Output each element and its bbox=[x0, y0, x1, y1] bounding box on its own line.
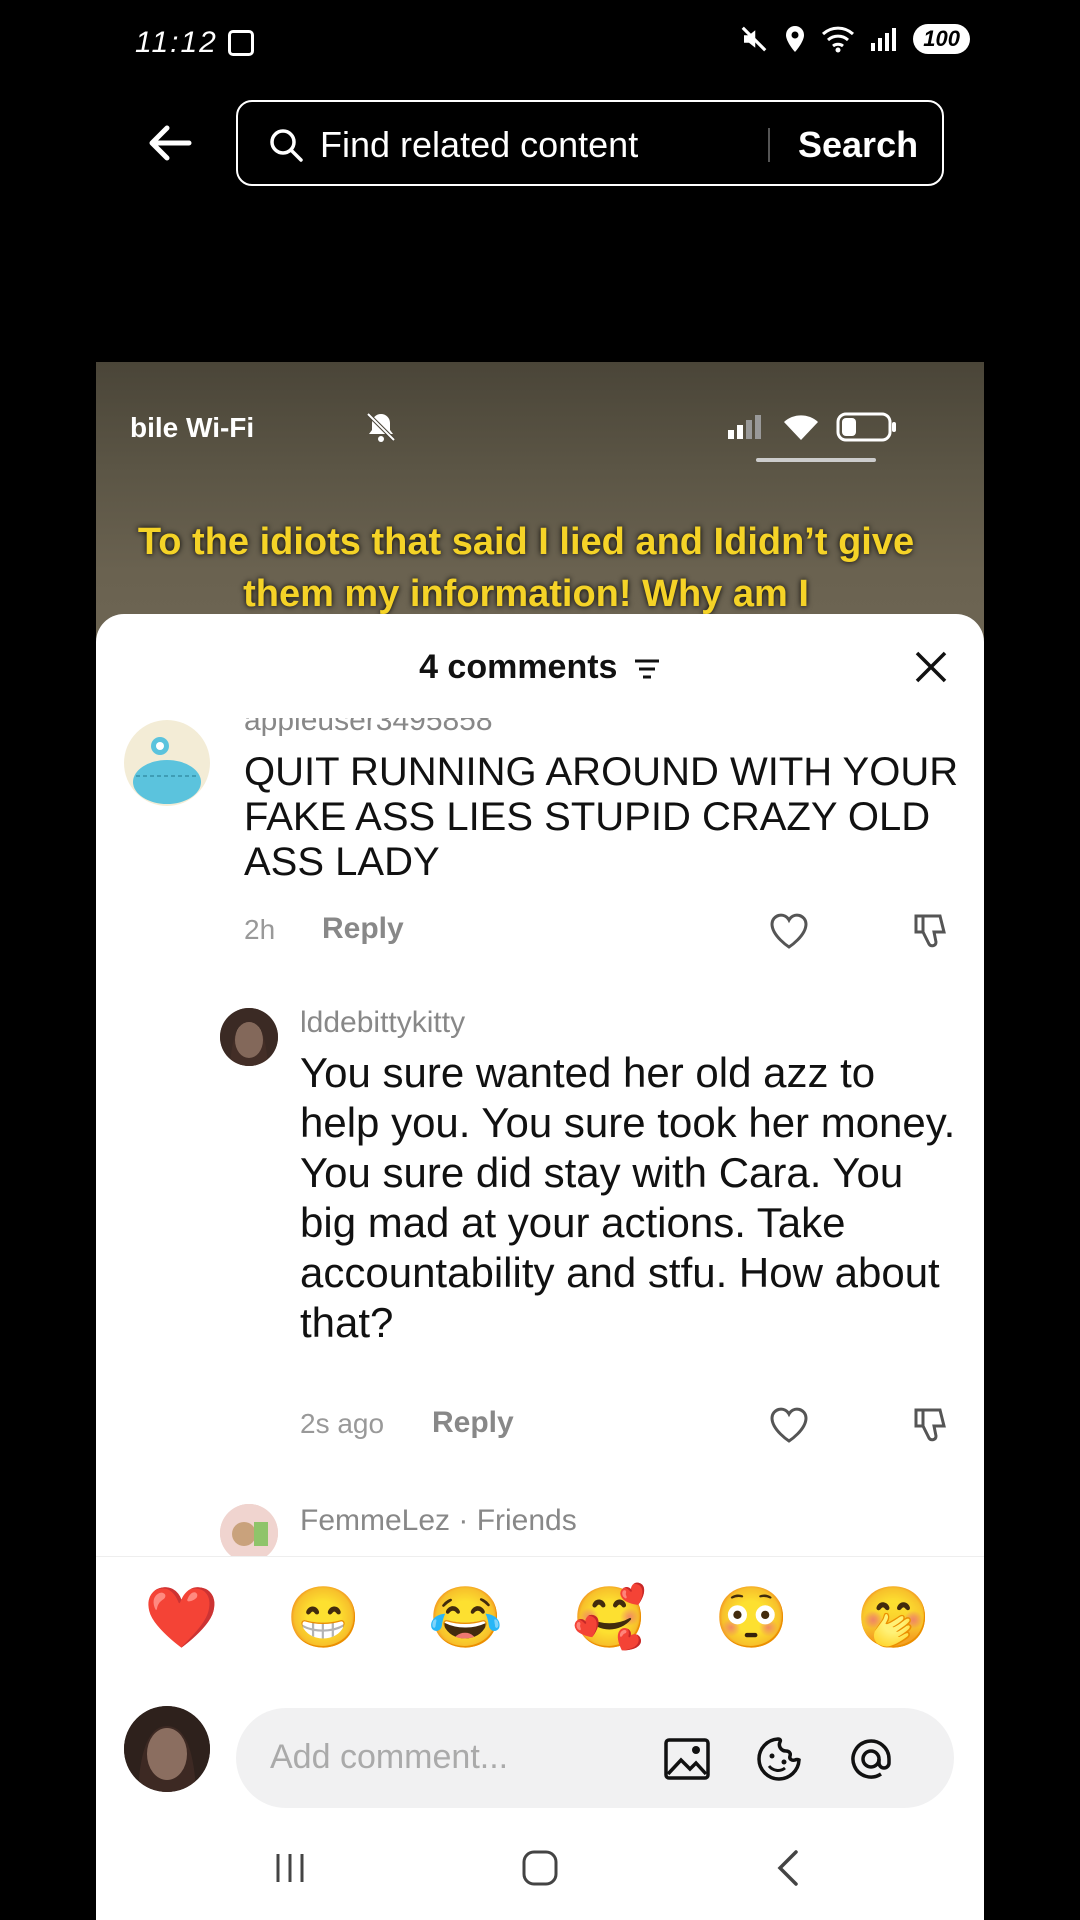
comment-reply-item: lddebittykitty You sure wanted her old a… bbox=[96, 1006, 984, 1468]
comment-time: 2h bbox=[244, 914, 276, 945]
avatar[interactable] bbox=[220, 1008, 278, 1066]
comment-text: QUIT RUNNING AROUND WITH YOUR FAKE ASS L… bbox=[244, 750, 959, 884]
battery-icon bbox=[836, 412, 896, 442]
dislike-icon[interactable] bbox=[908, 910, 950, 952]
comments-list[interactable]: appleuser3495858 QUIT RUNNING AROUND WIT… bbox=[96, 718, 984, 1556]
comment-composer: Add comment... bbox=[96, 1676, 984, 1816]
heart-outline-icon[interactable] bbox=[768, 910, 810, 952]
cell-signal-icon bbox=[728, 415, 761, 439]
comment-username[interactable]: lddebittykitty bbox=[300, 1006, 465, 1040]
back-icon[interactable] bbox=[766, 1844, 814, 1892]
system-nav-bar bbox=[96, 1816, 984, 1920]
emoji-heart[interactable]: ❤️ bbox=[144, 1583, 219, 1653]
mute-icon bbox=[741, 26, 767, 52]
dislike-icon[interactable] bbox=[908, 1404, 950, 1446]
cell-signal-icon bbox=[871, 28, 897, 51]
home-icon[interactable] bbox=[516, 1844, 564, 1892]
screenshot-icon bbox=[228, 30, 254, 56]
heart-outline-icon[interactable] bbox=[768, 1404, 810, 1446]
comment-reply-item: FemmeLez · Friends bbox=[96, 1504, 984, 1556]
wifi-icon bbox=[784, 415, 818, 440]
avatar[interactable] bbox=[220, 1504, 278, 1556]
search-button[interactable]: Search bbox=[798, 124, 918, 166]
bell-muted-icon bbox=[366, 412, 396, 442]
sticker-icon[interactable] bbox=[754, 1734, 804, 1784]
recent-apps-icon[interactable] bbox=[266, 1844, 314, 1892]
search-icon bbox=[270, 129, 303, 162]
avatar[interactable] bbox=[124, 720, 210, 806]
video-network-label: bile Wi-Fi bbox=[130, 412, 255, 443]
emoji-hearts-face[interactable]: 🥰 bbox=[572, 1583, 647, 1653]
mention-icon[interactable] bbox=[846, 1734, 896, 1784]
avatar bbox=[124, 1706, 210, 1792]
reply-button[interactable]: Reply bbox=[432, 1406, 514, 1440]
location-icon bbox=[786, 26, 805, 52]
wifi-icon bbox=[822, 26, 855, 53]
video-home-indicator bbox=[756, 458, 876, 462]
comment-item: appleuser3495858 QUIT RUNNING AROUND WIT… bbox=[96, 718, 984, 978]
comments-header: 4 comments bbox=[96, 614, 984, 718]
reply-button[interactable]: Reply bbox=[322, 912, 404, 946]
comment-input[interactable]: Add comment... bbox=[236, 1708, 954, 1808]
status-bar: 11:12 100 bbox=[0, 0, 1080, 90]
search-bar[interactable]: Find related content Search bbox=[236, 100, 944, 186]
comment-time: 2s ago bbox=[300, 1408, 385, 1439]
video-caption: To the idiots that said I lied and Ididn… bbox=[137, 521, 915, 615]
emoji-flushed[interactable]: 😳 bbox=[714, 1583, 789, 1653]
status-time: 11:12 bbox=[135, 26, 218, 59]
emoji-hand-over-mouth[interactable]: 🤭 bbox=[856, 1583, 931, 1653]
comment-text: You sure wanted her old azz to help you.… bbox=[300, 1049, 956, 1346]
comment-input-placeholder: Add comment... bbox=[270, 1738, 509, 1776]
image-icon[interactable] bbox=[662, 1734, 712, 1784]
comments-count: 4 comments bbox=[419, 648, 618, 686]
search-divider bbox=[768, 128, 770, 162]
close-icon[interactable] bbox=[914, 650, 948, 684]
back-arrow-icon[interactable] bbox=[145, 118, 195, 168]
comment-username[interactable]: FemmeLez · Friends bbox=[300, 1504, 577, 1538]
battery-indicator: 100 bbox=[913, 24, 970, 54]
emoji-tears-of-joy[interactable]: 😂 bbox=[428, 1583, 503, 1653]
comments-sheet: 4 comments appleuser3495858 QUIT RUNNING… bbox=[96, 614, 984, 1920]
emoji-bar: ❤️ 😁 😂 🥰 😳 🤭 bbox=[96, 1556, 984, 1677]
filter-icon[interactable] bbox=[633, 658, 661, 680]
comment-username[interactable]: appleuser3495858 bbox=[244, 718, 493, 738]
search-input[interactable]: Find related content bbox=[320, 124, 638, 166]
emoji-grin[interactable]: 😁 bbox=[286, 1583, 361, 1653]
